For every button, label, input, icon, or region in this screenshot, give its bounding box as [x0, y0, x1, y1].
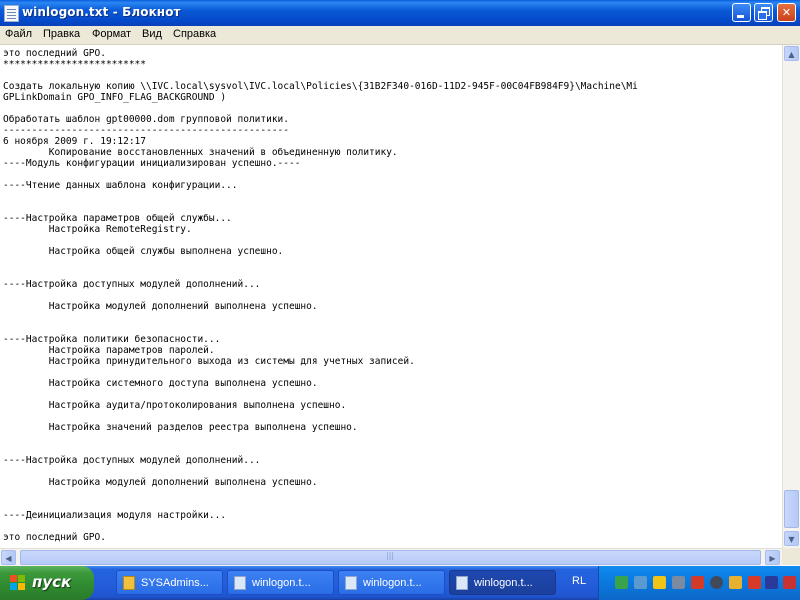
title-bar[interactable]: winlogon.txt - Блокнот ✕	[0, 0, 800, 26]
notepad-icon	[234, 576, 246, 590]
language-indicator[interactable]: RL	[572, 575, 586, 587]
close-button[interactable]: ✕	[777, 3, 796, 22]
taskbar-button-winlogon-1[interactable]: winlogon.t...	[227, 570, 334, 595]
restore-button[interactable]	[754, 3, 773, 22]
taskbar-button-winlogon-active[interactable]: winlogon.t...	[449, 570, 556, 595]
menu-help[interactable]: Справка	[173, 28, 216, 40]
scroll-left-button[interactable]: ◀	[1, 550, 16, 565]
window-title: winlogon.txt - Блокнот	[22, 5, 181, 19]
update-icon[interactable]	[729, 576, 742, 589]
menu-file[interactable]: Файл	[5, 28, 32, 40]
taskbar-button-label: winlogon.t...	[474, 577, 533, 589]
vertical-scroll-thumb[interactable]	[784, 490, 799, 528]
text-editor[interactable]: это последний GPO. *********************…	[0, 45, 782, 548]
network-icon[interactable]	[615, 576, 628, 589]
security-alert-icon[interactable]	[691, 576, 704, 589]
notepad-icon	[4, 5, 19, 22]
taskbar-button-label: SYSAdmins...	[141, 577, 209, 589]
scroll-down-button[interactable]: ▼	[784, 531, 799, 546]
menu-edit[interactable]: Правка	[43, 28, 80, 40]
taskbar-button-winlogon-2[interactable]: winlogon.t...	[338, 570, 445, 595]
start-button[interactable]: пуск	[0, 566, 94, 600]
menu-format[interactable]: Формат	[92, 28, 131, 40]
menu-bar: Файл Правка Формат Вид Справка	[0, 26, 800, 45]
windows-logo-icon	[10, 575, 26, 591]
scroll-right-button[interactable]: ▶	[765, 550, 780, 565]
firewall-icon[interactable]	[783, 576, 796, 589]
notepad-icon	[456, 576, 468, 590]
sync-icon[interactable]	[634, 576, 647, 589]
vertical-scrollbar[interactable]: ▲ ▼	[782, 45, 800, 548]
taskbar: пуск SYSAdmins... winlogon.t... winlogon…	[0, 566, 800, 600]
notepad-icon	[345, 576, 357, 590]
scrollbar-corner	[782, 548, 800, 565]
horizontal-scrollbar[interactable]: ◀ ▶	[0, 548, 782, 566]
scroll-up-button[interactable]: ▲	[784, 46, 799, 61]
antivirus-icon[interactable]	[710, 576, 723, 589]
horizontal-scroll-thumb[interactable]	[20, 550, 761, 565]
taskbar-button-label: winlogon.t...	[252, 577, 311, 589]
shield-icon[interactable]	[653, 576, 666, 589]
arrow-icon[interactable]	[748, 576, 761, 589]
taskbar-button-label: winlogon.t...	[363, 577, 422, 589]
network-disconnected-icon[interactable]	[672, 576, 685, 589]
taskbar-button-sysadmins[interactable]: SYSAdmins...	[116, 570, 223, 595]
start-label: пуск	[32, 573, 72, 591]
system-tray	[598, 566, 800, 600]
editor-text: это последний GPO. *********************…	[3, 48, 638, 543]
flag-icon[interactable]	[765, 576, 778, 589]
minimize-button[interactable]	[732, 3, 751, 22]
menu-view[interactable]: Вид	[142, 28, 162, 40]
browser-icon	[123, 576, 135, 590]
